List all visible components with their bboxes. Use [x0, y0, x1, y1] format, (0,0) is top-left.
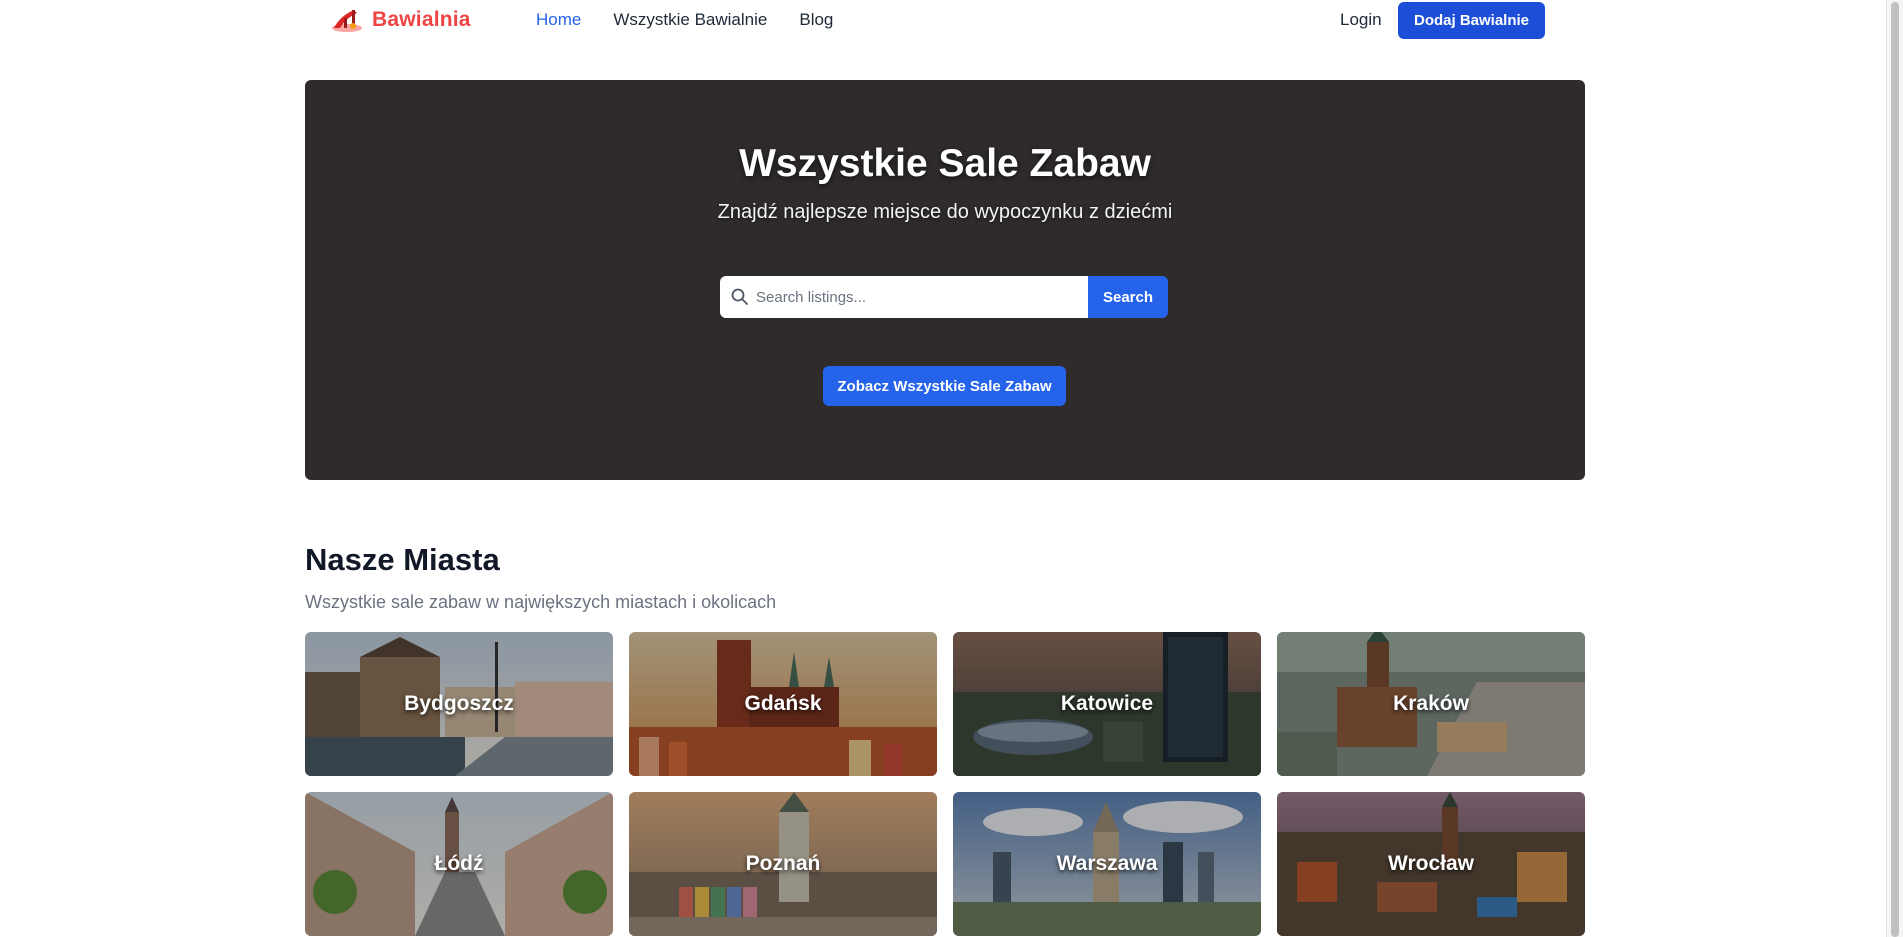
cities-grid: Bydgoszcz Gdańsk Katowice Kraków Łódź Po… — [305, 632, 1585, 936]
city-card-gdansk[interactable]: Gdańsk — [629, 632, 937, 776]
login-link[interactable]: Login — [1340, 10, 1382, 30]
hero-subtitle: Znajdź najlepsze miejsce do wypoczynku z… — [717, 201, 1173, 223]
page-scrollbar[interactable] — [1886, 0, 1903, 937]
nav-all-playrooms[interactable]: Wszystkie Bawialnie — [613, 10, 767, 30]
view-all-playrooms-button[interactable]: Zobacz Wszystkie Sale Zabaw — [823, 366, 1066, 406]
city-name: Gdańsk — [744, 692, 822, 715]
nav-blog[interactable]: Blog — [799, 10, 833, 30]
city-card-poznan[interactable]: Poznań — [629, 792, 937, 936]
city-name: Warszawa — [1056, 852, 1158, 875]
search-box — [720, 276, 1088, 318]
city-card-wroclaw[interactable]: Wrocław — [1277, 792, 1585, 936]
city-card-bydgoszcz[interactable]: Bydgoszcz — [305, 632, 613, 776]
city-name: Kraków — [1393, 692, 1469, 715]
cities-subtitle: Wszystkie sale zabaw w największych mias… — [305, 592, 777, 612]
scrollbar-thumb[interactable] — [1891, 2, 1899, 937]
city-name: Poznań — [745, 852, 821, 875]
search-button[interactable]: Search — [1088, 276, 1168, 318]
site-header: Bawialnia Home Wszystkie Bawialnie Blog … — [0, 0, 1903, 44]
search-input[interactable] — [756, 276, 1084, 318]
city-name: Bydgoszcz — [404, 692, 514, 715]
hero-section: Wszystkie Sale Zabaw Znajdź najlepsze mi… — [305, 80, 1585, 480]
add-playroom-button[interactable]: Dodaj Bawialnie — [1398, 2, 1545, 39]
city-card-warszawa[interactable]: Warszawa — [953, 792, 1261, 936]
logo-text: Bawialnia — [372, 8, 471, 31]
city-name: Wrocław — [1388, 852, 1474, 875]
slide-logo-icon — [332, 10, 362, 32]
hero-title: Wszystkie Sale Zabaw — [739, 142, 1151, 185]
logo-link[interactable]: Bawialnia — [330, 6, 471, 34]
main-nav: Home Wszystkie Bawialnie Blog — [536, 10, 833, 30]
city-name: Katowice — [1060, 692, 1154, 715]
city-name: Łódź — [434, 852, 484, 875]
nav-home[interactable]: Home — [536, 10, 581, 30]
search-icon — [731, 288, 748, 305]
city-card-katowice[interactable]: Katowice — [953, 632, 1261, 776]
search-bar: Search — [720, 276, 1168, 318]
cities-title: Nasze Miasta — [305, 542, 500, 577]
city-card-lodz[interactable]: Łódź — [305, 792, 613, 936]
city-card-krakow[interactable]: Kraków — [1277, 632, 1585, 776]
